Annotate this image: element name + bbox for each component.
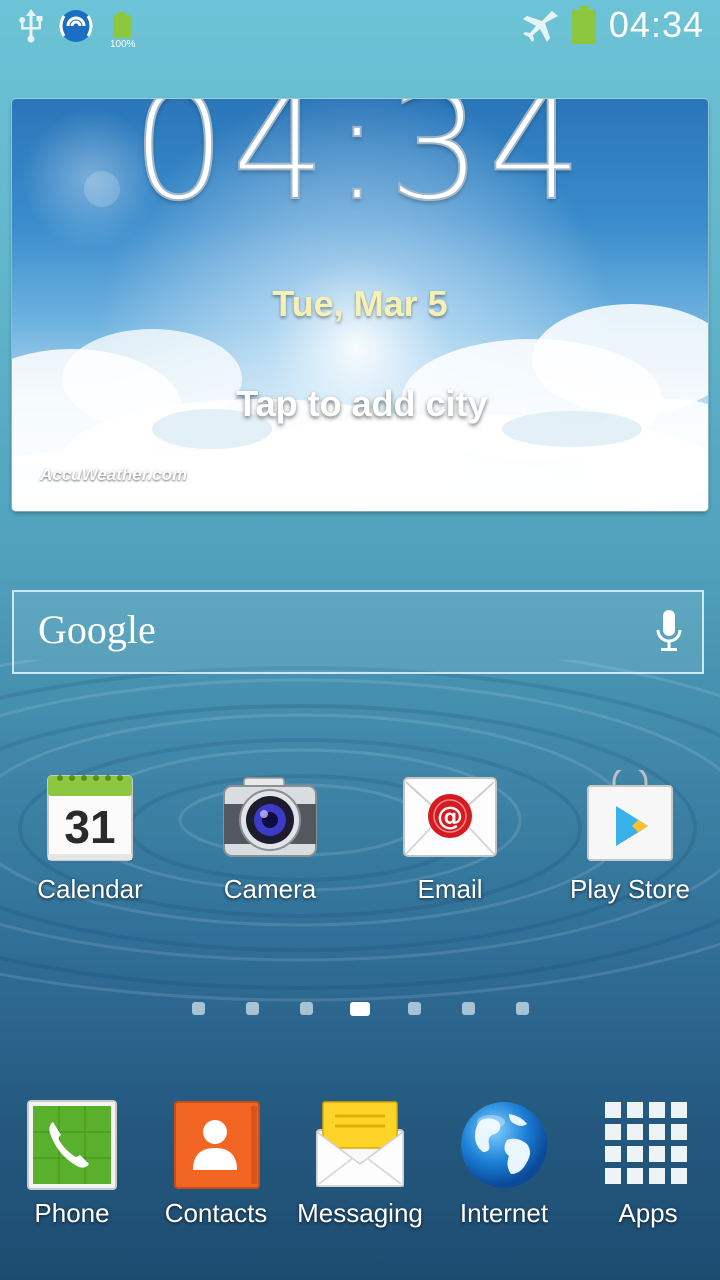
status-time: 04:34 bbox=[608, 4, 704, 45]
battery-icon bbox=[571, 6, 596, 44]
usb-icon bbox=[19, 9, 43, 43]
airplane-mode-icon bbox=[522, 11, 558, 42]
app-label: Apps bbox=[618, 1198, 678, 1228]
app-calendar[interactable]: 31 Calendar bbox=[0, 770, 180, 905]
google-logo: Google bbox=[38, 607, 156, 652]
app-label: Play Store bbox=[570, 874, 690, 904]
calendar-day: 31 bbox=[64, 801, 116, 853]
microphone-icon[interactable] bbox=[656, 610, 682, 654]
camera-icon bbox=[222, 770, 318, 866]
app-label: Camera bbox=[223, 874, 317, 904]
battery-small-icon: 100% bbox=[110, 12, 136, 50]
dock-internet[interactable]: Internet bbox=[432, 1100, 576, 1229]
page-dot[interactable] bbox=[192, 1002, 205, 1015]
dock-apps[interactable]: Apps bbox=[576, 1100, 720, 1229]
dock-messaging[interactable]: Messaging bbox=[288, 1100, 432, 1229]
app-label: Internet bbox=[459, 1198, 549, 1228]
app-play-store[interactable]: Play Store bbox=[540, 764, 720, 905]
play-store-icon bbox=[582, 764, 678, 866]
clock-weather-widget[interactable]: 04:34 Tue, Mar 5 Tap to add city AccuWea… bbox=[12, 99, 708, 511]
status-bar: 100% 04:34 bbox=[0, 0, 720, 52]
widget-clock-time: 04:34 bbox=[131, 99, 589, 233]
wifi-signal-icon bbox=[59, 10, 93, 42]
page-dot[interactable] bbox=[516, 1002, 529, 1015]
app-label: Email bbox=[417, 874, 483, 904]
add-city-link[interactable]: Tap to add city bbox=[202, 383, 522, 425]
app-label: Calendar bbox=[37, 874, 143, 904]
widget-date: Tue, Mar 5 bbox=[272, 283, 448, 324]
app-label: Contacts bbox=[164, 1198, 268, 1228]
app-email[interactable]: @ Email bbox=[360, 770, 540, 905]
accuweather-brand: AccuWeather.com bbox=[40, 465, 188, 484]
page-dot-active[interactable] bbox=[350, 1002, 370, 1016]
page-dot[interactable] bbox=[408, 1002, 421, 1015]
app-camera[interactable]: Camera bbox=[180, 770, 360, 905]
calendar-icon: 31 bbox=[42, 770, 138, 866]
page-dot[interactable] bbox=[300, 1002, 313, 1015]
page-dot[interactable] bbox=[462, 1002, 475, 1015]
email-icon: @ bbox=[402, 770, 498, 866]
dock-contacts[interactable]: Contacts bbox=[144, 1100, 288, 1229]
google-search-bar[interactable]: Google bbox=[12, 590, 704, 674]
phone-icon bbox=[27, 1100, 117, 1190]
page-dot[interactable] bbox=[246, 1002, 259, 1015]
dock-phone[interactable]: Phone bbox=[0, 1100, 144, 1229]
battery-percent-label: 100% bbox=[110, 39, 136, 50]
app-label: Phone bbox=[34, 1198, 110, 1228]
messaging-icon bbox=[315, 1100, 405, 1190]
apps-grid-icon bbox=[603, 1100, 693, 1190]
app-label: Messaging bbox=[297, 1198, 423, 1228]
internet-globe-icon bbox=[459, 1100, 549, 1190]
contacts-icon bbox=[171, 1100, 261, 1190]
svg-text:@: @ bbox=[437, 802, 463, 832]
